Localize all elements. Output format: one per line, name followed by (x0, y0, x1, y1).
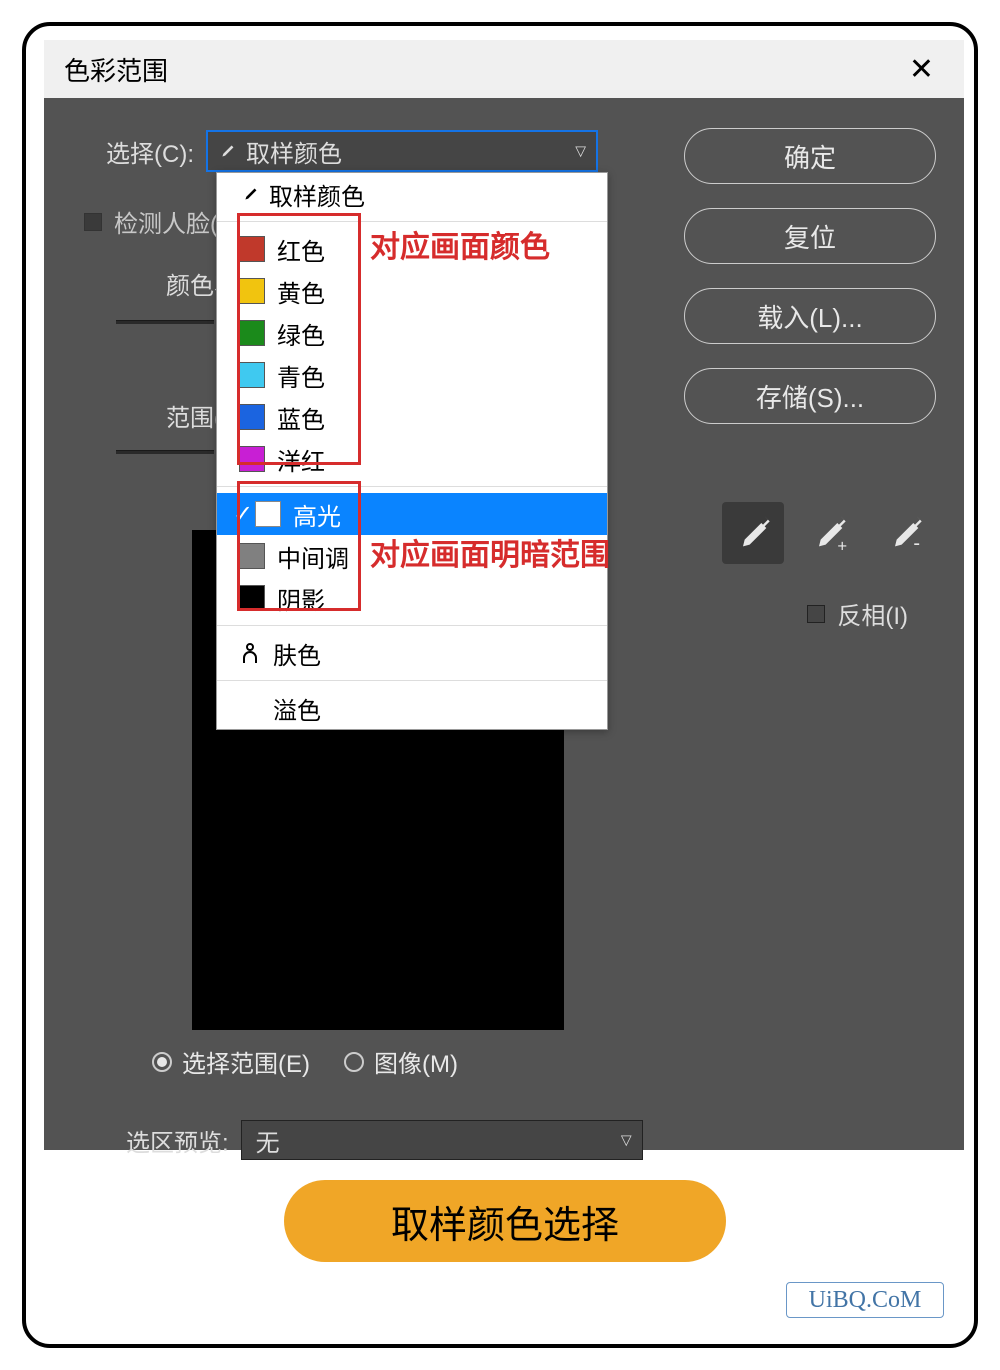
chevron-down-icon: ▽ (575, 143, 586, 160)
radio-label: 选择范围(E) (182, 1044, 310, 1079)
menu-item-label: 黄色 (277, 274, 325, 309)
menu-item-label: 高光 (293, 497, 341, 532)
selection-preview-dropdown[interactable]: 无 ▽ (241, 1120, 643, 1160)
eyedropper-icon (733, 513, 773, 553)
menu-item-label: 蓝色 (277, 400, 325, 435)
menu-item-green[interactable]: 绿色 (217, 312, 607, 354)
dialog-button-column: 确定 复位 载入(L)... 存储(S)... (684, 128, 936, 424)
radio-label: 图像(M) (374, 1044, 458, 1079)
button-label: 存储(S)... (756, 378, 864, 415)
menu-item-label: 洋红 (277, 442, 325, 477)
menu-item-red[interactable]: 红色 (217, 228, 607, 270)
eyedropper-button[interactable] (722, 502, 784, 564)
detect-faces-checkbox[interactable] (84, 213, 102, 231)
eyedropper-subtract-button[interactable]: - (874, 502, 936, 564)
menu-item-label: 取样颜色 (269, 177, 365, 212)
svg-text:+: + (837, 536, 847, 553)
swatch-blue (239, 404, 265, 430)
eyedropper-icon (216, 140, 238, 162)
eyedropper-icon (239, 183, 261, 205)
menu-item-magenta[interactable]: 洋红 (217, 438, 607, 480)
menu-item-shadows[interactable]: 阴影 (217, 577, 607, 619)
select-row: 选择(C): 取样颜色 ▽ (106, 130, 598, 172)
load-button[interactable]: 载入(L)... (684, 288, 936, 344)
detect-faces-row: 检测人脸( (84, 204, 218, 239)
menu-item-cyan[interactable]: 青色 (217, 354, 607, 396)
swatch-shadows (239, 585, 265, 611)
dialog-body: 选择(C): 取样颜色 ▽ 取样颜色 红色 黄色 绿色 青色 蓝色 (44, 98, 964, 1150)
select-dropdown-menu[interactable]: 取样颜色 红色 黄色 绿色 青色 蓝色 洋红 ✓ 高光 中间调 阴影 肤色 (216, 172, 608, 730)
menu-item-skin[interactable]: 肤色 (217, 632, 607, 674)
person-icon (239, 642, 261, 664)
menu-separator (217, 486, 607, 487)
radio-icon (152, 1052, 172, 1072)
menu-item-yellow[interactable]: 黄色 (217, 270, 607, 312)
eyedropper-add-button[interactable]: + (798, 502, 860, 564)
swatch-cyan (239, 362, 265, 388)
fuzziness-slider[interactable] (116, 320, 214, 324)
menu-item-label: 绿色 (277, 316, 325, 351)
range-slider[interactable] (116, 450, 214, 454)
menu-separator (217, 625, 607, 626)
radio-icon (344, 1052, 364, 1072)
color-range-dialog: 色彩范围 ✕ 选择(C): 取样颜色 ▽ 取样颜色 红色 黄色 (44, 40, 964, 1150)
watermark-text: UiBQ.CoM (809, 1287, 922, 1314)
swatch-magenta (239, 446, 265, 472)
preview-mode-radios: 选择范围(E) 图像(M) (152, 1044, 458, 1079)
menu-item-outofgamut[interactable]: 溢色 (217, 687, 607, 729)
menu-item-label: 阴影 (277, 581, 325, 616)
menu-item-label: 中间调 (277, 539, 349, 574)
swatch-midtones (239, 543, 265, 569)
menu-item-blue[interactable]: 蓝色 (217, 396, 607, 438)
menu-separator (217, 680, 607, 681)
save-button[interactable]: 存储(S)... (684, 368, 936, 424)
menu-separator (217, 221, 607, 222)
button-label: 载入(L)... (757, 298, 862, 335)
close-icon[interactable]: ✕ (901, 48, 942, 91)
tutorial-frame: 色彩范围 ✕ 选择(C): 取样颜色 ▽ 取样颜色 红色 黄色 (22, 22, 978, 1348)
menu-item-label: 青色 (277, 358, 325, 393)
select-label: 选择(C): (106, 134, 194, 169)
eyedropper-plus-icon: + (809, 513, 849, 553)
menu-item-label: 肤色 (273, 636, 321, 671)
eyedropper-minus-icon: - (885, 513, 925, 553)
menu-item-highlights[interactable]: ✓ 高光 (217, 493, 607, 535)
menu-item-label: 溢色 (273, 691, 321, 726)
invert-row: 反相(I) (807, 596, 908, 631)
swatch-yellow (239, 278, 265, 304)
chevron-down-icon: ▽ (621, 1132, 632, 1149)
range-label: 范围( (166, 398, 222, 433)
swatch-green (239, 320, 265, 346)
button-label: 确定 (784, 138, 836, 175)
invert-label: 反相(I) (837, 596, 908, 631)
selection-preview-label: 选区预览: (126, 1123, 229, 1158)
button-label: 复位 (784, 218, 836, 255)
detect-faces-label: 检测人脸( (114, 204, 218, 239)
radio-image[interactable]: 图像(M) (344, 1044, 458, 1079)
select-value: 取样颜色 (246, 134, 342, 169)
svg-text:-: - (913, 533, 920, 553)
swatch-red (239, 236, 265, 262)
swatch-highlights (255, 501, 281, 527)
dialog-title: 色彩范围 (64, 51, 168, 88)
eyedropper-tools: + - (722, 502, 936, 564)
check-icon: ✓ (233, 500, 251, 529)
select-dropdown[interactable]: 取样颜色 ▽ (206, 130, 598, 172)
selection-preview-value: 无 (256, 1123, 280, 1158)
watermark: UiBQ.CoM (786, 1282, 944, 1318)
ok-button[interactable]: 确定 (684, 128, 936, 184)
dialog-titlebar: 色彩范围 ✕ (44, 40, 964, 98)
reset-button[interactable]: 复位 (684, 208, 936, 264)
caption-pill: 取样颜色选择 (284, 1180, 726, 1262)
invert-checkbox[interactable] (807, 605, 825, 623)
menu-item-label: 红色 (277, 232, 325, 267)
caption-text: 取样颜色选择 (391, 1194, 619, 1249)
menu-item-midtones[interactable]: 中间调 (217, 535, 607, 577)
menu-item-sampled[interactable]: 取样颜色 (217, 173, 607, 215)
radio-selection[interactable]: 选择范围(E) (152, 1044, 310, 1079)
selection-preview-row: 选区预览: 无 ▽ (126, 1120, 643, 1160)
